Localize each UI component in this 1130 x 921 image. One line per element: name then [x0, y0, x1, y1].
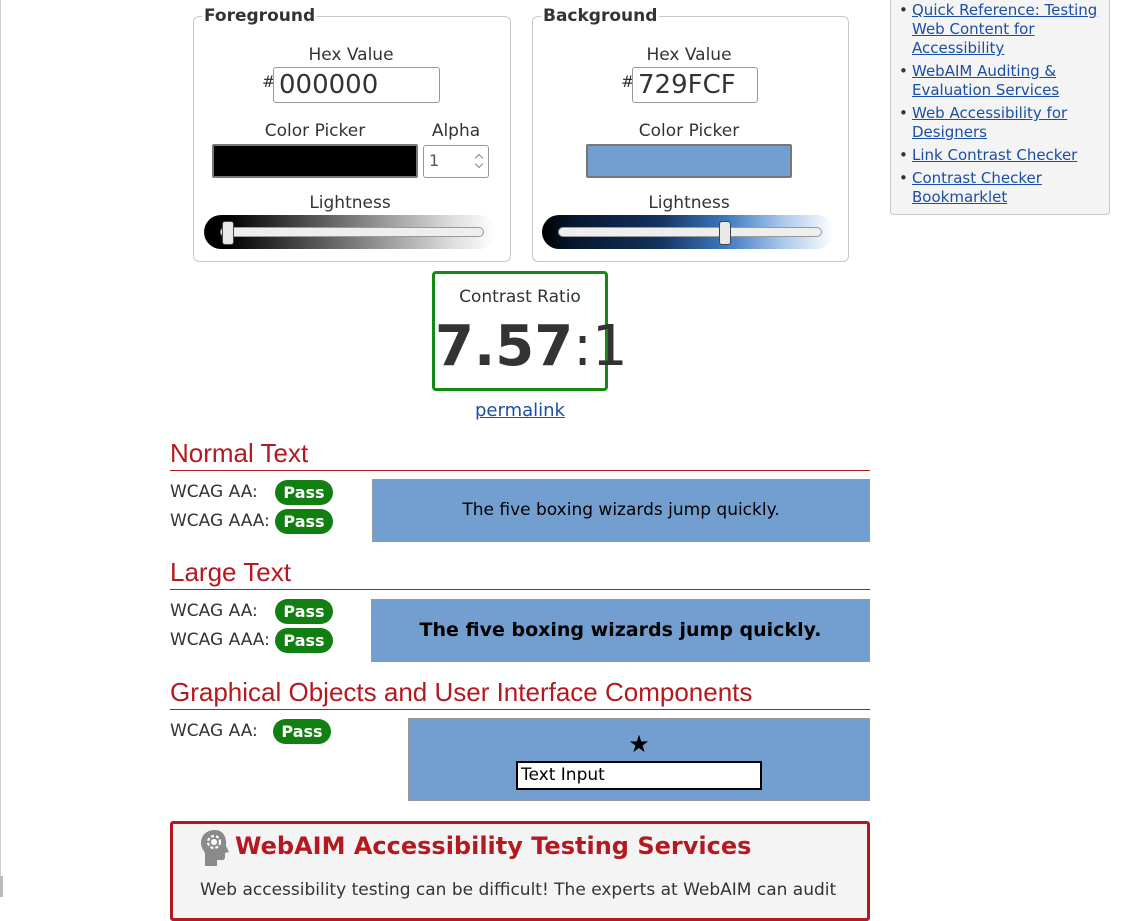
promo-text: Web accessibility testing can be difficu…: [200, 880, 837, 900]
foreground-picker-label: Color Picker: [264, 121, 366, 141]
large-aa-label: WCAG AA:: [170, 601, 258, 621]
sidebar-link-bookmarklet[interactable]: Contrast Checker Bookmarklet: [912, 169, 1042, 206]
normal-aaa-label: WCAG AAA:: [170, 511, 270, 531]
contrast-ratio-suffix: :1: [573, 314, 628, 379]
permalink-link[interactable]: permalink: [475, 400, 565, 421]
foreground-hex-label: Hex Value: [308, 45, 394, 65]
contrast-ratio-title: Contrast Ratio: [459, 287, 581, 307]
graphics-aa-label: WCAG AA:: [170, 721, 258, 741]
foreground-slider-track: [220, 227, 484, 237]
background-hex-label: Hex Value: [646, 45, 732, 65]
contrast-ratio-box: Contrast Ratio 7.57:1: [432, 271, 628, 391]
large-aa-pass-badge: Pass: [275, 599, 333, 624]
head-gear-icon: [201, 830, 229, 866]
background-lightness-slider[interactable]: [542, 215, 834, 249]
alpha-input[interactable]: 1: [423, 145, 489, 178]
sample-text-input[interactable]: Text Input: [516, 761, 762, 790]
sidebar-link-quick-reference[interactable]: Quick Reference: Testing Web Content for…: [912, 1, 1097, 57]
large-text-heading: Large Text: [170, 557, 870, 590]
foreground-color-picker[interactable]: [212, 144, 418, 178]
background-lightness-label: Lightness: [648, 193, 730, 213]
normal-aaa-pass-badge: Pass: [275, 509, 333, 534]
background-picker-label: Color Picker: [638, 121, 740, 141]
background-legend: Background: [543, 6, 658, 26]
graphics-heading: Graphical Objects and User Interface Com…: [170, 677, 870, 710]
large-aaa-label: WCAG AAA:: [170, 630, 270, 650]
large-aaa-pass-badge: Pass: [275, 628, 333, 653]
foreground-legend: Foreground: [204, 6, 316, 26]
graphics-aa-pass-badge: Pass: [273, 719, 331, 744]
background-slider-thumb[interactable]: [718, 221, 731, 245]
background-color-picker[interactable]: [586, 144, 792, 178]
sidebar-link-link-contrast[interactable]: Link Contrast Checker: [912, 146, 1077, 164]
large-text-sample: The five boxing wizards jump quickly.: [371, 599, 870, 662]
normal-aa-pass-badge: Pass: [275, 480, 333, 505]
sidebar-link-list: Quick Reference: Testing Web Content for…: [899, 1, 1104, 211]
alpha-value: 1: [429, 151, 440, 170]
foreground-hex-input[interactable]: 000000: [273, 67, 440, 103]
normal-aa-label: WCAG AA:: [170, 482, 258, 502]
permalink-container: permalink: [420, 400, 620, 421]
background-hex-input[interactable]: 729FCF: [632, 67, 758, 103]
foreground-slider-thumb[interactable]: [222, 221, 234, 245]
sidebar-item: WebAIM Auditing & Evaluation Services: [899, 62, 1104, 100]
page-left-border: [0, 0, 1, 897]
normal-text-heading: Normal Text: [170, 438, 870, 471]
sidebar-link-designers[interactable]: Web Accessibility for Designers: [912, 104, 1067, 141]
sidebar-link-auditing[interactable]: WebAIM Auditing & Evaluation Services: [912, 62, 1059, 99]
sidebar-item: Web Accessibility for Designers: [899, 104, 1104, 142]
alpha-label: Alpha: [431, 121, 481, 141]
alpha-spinner-icon[interactable]: [475, 153, 484, 169]
scroll-edge-marker: [0, 876, 3, 897]
foreground-lightness-slider[interactable]: [204, 215, 496, 249]
sidebar-item: Link Contrast Checker: [899, 146, 1104, 165]
normal-text-sample: The five boxing wizards jump quickly.: [372, 479, 870, 542]
foreground-lightness-label: Lightness: [309, 193, 391, 213]
sidebar-item: Quick Reference: Testing Web Content for…: [899, 1, 1104, 58]
star-icon: ★: [628, 730, 650, 758]
background-slider-track: [558, 227, 822, 237]
contrast-ratio-number: 7.57: [435, 314, 574, 379]
testing-services-promo: WebAIM Accessibility Testing Services We…: [170, 821, 870, 921]
related-resources-sidebar: Quick Reference: Testing Web Content for…: [890, 0, 1110, 215]
contrast-ratio-value: 7.57:1: [435, 312, 628, 382]
sidebar-item: Contrast Checker Bookmarklet: [899, 169, 1104, 207]
promo-title: WebAIM Accessibility Testing Services: [235, 832, 752, 860]
